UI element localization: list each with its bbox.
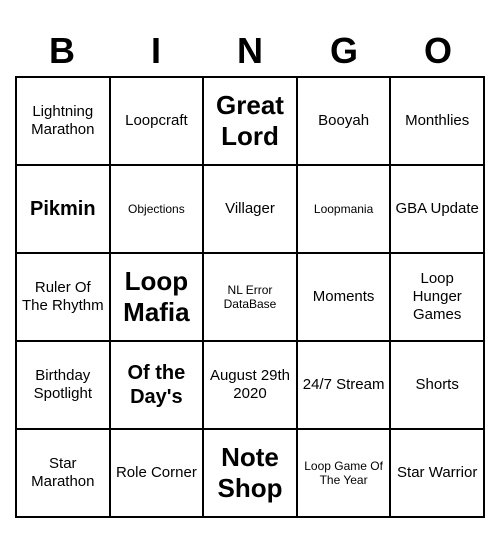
cell-text: Shorts <box>416 376 459 394</box>
bingo-header: BINGO <box>15 26 485 76</box>
header-letter: I <box>109 26 203 76</box>
cell-r4-c1: Role Corner <box>111 430 205 518</box>
cell-text: Birthday Spotlight <box>21 367 105 403</box>
cell-r1-c1: Objections <box>111 166 205 254</box>
header-letter: O <box>391 26 485 76</box>
cell-r3-c3: 24/7 Stream <box>298 342 392 430</box>
cell-r1-c0: Pikmin <box>17 166 111 254</box>
cell-text: Note Shop <box>208 442 292 504</box>
cell-text: Great Lord <box>208 90 292 152</box>
cell-r1-c3: Loopmania <box>298 166 392 254</box>
header-letter: G <box>297 26 391 76</box>
cell-r3-c1: Of the Day's <box>111 342 205 430</box>
cell-r3-c0: Birthday Spotlight <box>17 342 111 430</box>
cell-text: Loop Game Of The Year <box>302 459 386 488</box>
cell-text: Moments <box>313 288 375 306</box>
cell-r3-c4: Shorts <box>391 342 485 430</box>
cell-text: 24/7 Stream <box>303 376 385 394</box>
header-letter: B <box>15 26 109 76</box>
cell-text: Of the Day's <box>115 361 199 409</box>
cell-text: GBA Update <box>395 200 478 218</box>
cell-r2-c3: Moments <box>298 254 392 342</box>
cell-text: Booyah <box>318 112 369 130</box>
cell-r2-c4: Loop Hunger Games <box>391 254 485 342</box>
cell-r4-c3: Loop Game Of The Year <box>298 430 392 518</box>
cell-text: Objections <box>128 202 185 216</box>
cell-text: NL Error DataBase <box>208 283 292 312</box>
cell-text: Star Warrior <box>397 464 477 482</box>
cell-r0-c3: Booyah <box>298 78 392 166</box>
cell-r2-c1: Loop Mafia <box>111 254 205 342</box>
cell-r4-c4: Star Warrior <box>391 430 485 518</box>
cell-r1-c2: Villager <box>204 166 298 254</box>
bingo-card: BINGO Lightning Marathon Loopcraft Great L… <box>15 26 485 518</box>
bingo-grid: Lightning Marathon Loopcraft Great Lord Boo… <box>15 76 485 518</box>
cell-r4-c2: Note Shop <box>204 430 298 518</box>
cell-r0-c2: Great Lord <box>204 78 298 166</box>
cell-text: August 29th 2020 <box>208 367 292 403</box>
cell-r3-c2: August 29th 2020 <box>204 342 298 430</box>
cell-text: Pikmin <box>30 197 96 221</box>
cell-r1-c4: GBA Update <box>391 166 485 254</box>
cell-text: Lightning Marathon <box>21 103 105 139</box>
cell-r2-c2: NL Error DataBase <box>204 254 298 342</box>
cell-r0-c4: Monthlies <box>391 78 485 166</box>
cell-text: Villager <box>225 200 275 218</box>
cell-text: Role Corner <box>116 464 197 482</box>
cell-text: Loopmania <box>314 202 373 216</box>
cell-text: Loopcraft <box>125 112 188 130</box>
cell-text: Loop Hunger Games <box>395 270 479 324</box>
cell-r4-c0: Star Marathon <box>17 430 111 518</box>
cell-text: Star Marathon <box>21 455 105 491</box>
cell-r0-c0: Lightning Marathon <box>17 78 111 166</box>
cell-r2-c0: Ruler Of The Rhythm <box>17 254 111 342</box>
cell-text: Monthlies <box>405 112 469 130</box>
cell-text: Ruler Of The Rhythm <box>21 279 105 315</box>
cell-text: Loop Mafia <box>115 266 199 328</box>
cell-r0-c1: Loopcraft <box>111 78 205 166</box>
header-letter: N <box>203 26 297 76</box>
